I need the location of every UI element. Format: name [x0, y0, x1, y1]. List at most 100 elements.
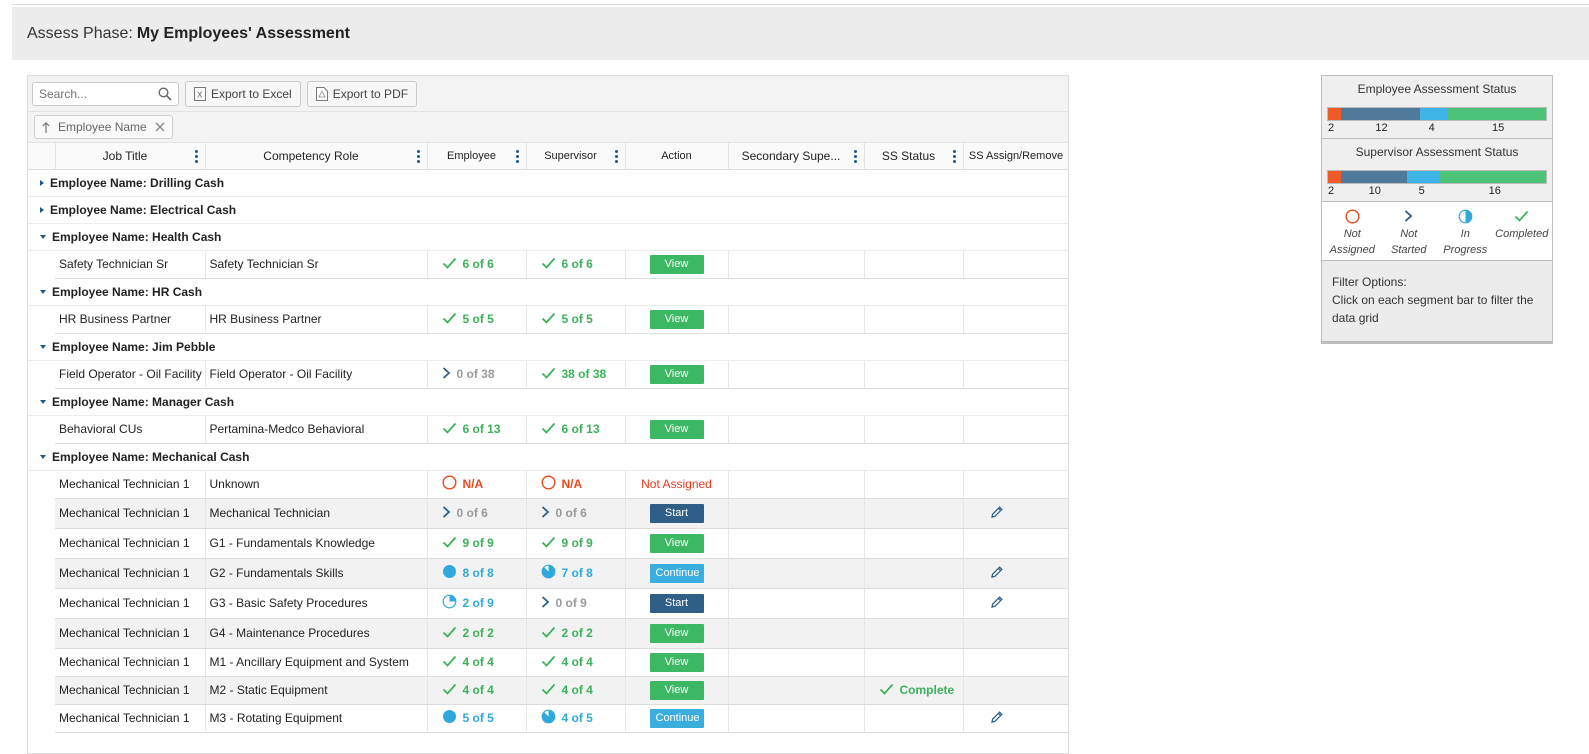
- ss-assign-cell: [963, 498, 1068, 529]
- table-row: HR Business Partner HR Business Partner …: [28, 305, 1068, 334]
- employee-status-cell: 4 of 4: [427, 676, 527, 705]
- ss-status-cell: [864, 305, 964, 334]
- group-row[interactable]: Employee Name: Drilling Cash: [28, 169, 1068, 197]
- job-title-cell: Field Operator - Oil Facility: [55, 360, 206, 389]
- edit-icon[interactable]: [990, 710, 1004, 727]
- column-header-competency-role[interactable]: Competency Role: [205, 143, 428, 170]
- indent-cell: [28, 305, 55, 333]
- supervisor-segment-in-progress[interactable]: [1407, 171, 1441, 183]
- collapse-icon[interactable]: [40, 290, 46, 295]
- supervisor-count-completed: 16: [1488, 185, 1501, 197]
- supervisor-segment-completed[interactable]: [1440, 171, 1546, 183]
- group-cell[interactable]: Employee Name: Electrical Cash: [28, 196, 1068, 224]
- search-box[interactable]: [32, 81, 179, 106]
- collapse-icon[interactable]: [40, 400, 46, 405]
- group-cell[interactable]: Employee Name: Drilling Cash: [28, 169, 1068, 197]
- supervisor-progress: 4 of 4: [561, 655, 593, 669]
- expand-icon[interactable]: [40, 180, 44, 187]
- employee-segment-in-progress[interactable]: [1420, 108, 1447, 120]
- expand-icon[interactable]: [40, 207, 44, 214]
- action-cell: View: [625, 415, 729, 444]
- employee-segment-completed[interactable]: [1446, 108, 1546, 120]
- employee-status-bar[interactable]: [1327, 107, 1547, 121]
- view-button[interactable]: View: [649, 419, 704, 439]
- column-menu-icon[interactable]: [194, 150, 198, 163]
- column-menu-icon[interactable]: [416, 150, 420, 163]
- view-button[interactable]: View: [649, 652, 704, 672]
- export-pdf-button[interactable]: Export to PDF: [306, 80, 418, 107]
- close-icon[interactable]: [155, 122, 165, 132]
- action-cell: View: [625, 360, 729, 389]
- ss-status-complete: Complete: [869, 683, 955, 698]
- group-row[interactable]: Employee Name: Jim Pebble: [28, 333, 1068, 361]
- view-button[interactable]: View: [649, 309, 704, 329]
- progress-circle-icon: [442, 709, 457, 727]
- group-row[interactable]: Employee Name: Health Cash: [28, 223, 1068, 251]
- group-cell[interactable]: Employee Name: HR Cash: [28, 278, 1068, 306]
- progress-pie-icon: [541, 709, 556, 727]
- employee-segment-not-started[interactable]: [1341, 108, 1421, 120]
- collapse-icon[interactable]: [40, 455, 46, 460]
- column-menu-icon[interactable]: [614, 150, 618, 163]
- group-chip-employee-name[interactable]: Employee Name: [34, 115, 173, 139]
- column-header-secondary-supervisor[interactable]: Secondary Supe...: [728, 143, 865, 170]
- filter-text: Click on each segment bar to filter the …: [1332, 293, 1534, 325]
- search-input[interactable]: [39, 86, 149, 101]
- view-button[interactable]: View: [649, 623, 704, 643]
- supervisor-status-cell: 6 of 6: [526, 250, 626, 279]
- group-cell[interactable]: Employee Name: Manager Cash: [28, 388, 1068, 416]
- collapse-icon[interactable]: [40, 235, 46, 240]
- employee-status-cell: 6 of 13: [427, 415, 527, 444]
- column-header-ss-status[interactable]: SS Status: [864, 143, 964, 170]
- column-menu-icon[interactable]: [515, 150, 519, 163]
- collapse-icon[interactable]: [40, 345, 46, 350]
- grid-toolbar: X Export to Excel Export to PDF: [28, 76, 1068, 112]
- column-header-supervisor[interactable]: Supervisor: [526, 143, 626, 170]
- supervisor-progress: 9 of 9: [561, 536, 593, 550]
- supervisor-segment-not-assigned[interactable]: [1328, 171, 1342, 183]
- export-excel-button[interactable]: X Export to Excel: [185, 80, 301, 107]
- supervisor-status-cell: 0 of 6: [526, 498, 626, 529]
- edit-icon[interactable]: [990, 565, 1004, 582]
- check-icon: [442, 422, 457, 437]
- competency-role-cell: M1 - Ancillary Equipment and System: [205, 648, 428, 677]
- column-header-job-title[interactable]: Job Title: [55, 143, 206, 170]
- search-icon[interactable]: [158, 86, 172, 101]
- group-row[interactable]: Employee Name: Mechanical Cash: [28, 443, 1068, 471]
- start-button[interactable]: Start: [649, 503, 704, 523]
- column-header-employee[interactable]: Employee: [427, 143, 527, 170]
- continue-button[interactable]: Continue: [649, 563, 704, 583]
- employee-segment-not-assigned[interactable]: [1328, 108, 1342, 120]
- start-button[interactable]: Start: [649, 593, 704, 613]
- group-cell[interactable]: Employee Name: Health Cash: [28, 223, 1068, 251]
- supervisor-status-bar[interactable]: [1327, 170, 1547, 184]
- group-label: Employee Name: Manager Cash: [52, 394, 235, 409]
- sort-ascending-icon[interactable]: [42, 121, 50, 133]
- legend-label-line2: Progress: [1443, 244, 1488, 256]
- column-menu-icon[interactable]: [952, 150, 956, 163]
- supervisor-status-cell: 6 of 13: [526, 415, 626, 444]
- edit-icon[interactable]: [990, 595, 1004, 612]
- view-button[interactable]: View: [649, 680, 704, 700]
- group-cell[interactable]: Employee Name: Jim Pebble: [28, 333, 1068, 361]
- continue-button[interactable]: Continue: [649, 708, 704, 728]
- group-row[interactable]: Employee Name: Manager Cash: [28, 388, 1068, 416]
- supervisor-progress: 0 of 9: [555, 596, 587, 610]
- column-menu-icon[interactable]: [853, 150, 857, 163]
- group-row[interactable]: Employee Name: Electrical Cash: [28, 196, 1068, 224]
- column-label: Supervisor: [544, 149, 597, 162]
- view-button[interactable]: View: [649, 533, 704, 553]
- view-button[interactable]: View: [649, 364, 704, 384]
- supervisor-segment-not-started[interactable]: [1341, 171, 1408, 183]
- legend-item: Completed: [1494, 206, 1550, 258]
- edit-icon[interactable]: [990, 505, 1004, 522]
- view-button[interactable]: View: [649, 254, 704, 274]
- group-row[interactable]: Employee Name: HR Cash: [28, 278, 1068, 306]
- group-cell[interactable]: Employee Name: Mechanical Cash: [28, 443, 1068, 471]
- ss-status-cell: [864, 470, 964, 499]
- not-started-icon: [1404, 206, 1413, 226]
- ss-status-label: Complete: [899, 683, 955, 697]
- supervisor-status-cell: N/A: [526, 470, 626, 499]
- table-row: Mechanical Technician 1 G3 - Basic Safet…: [28, 588, 1068, 619]
- ss-assign-cell: [963, 618, 1068, 649]
